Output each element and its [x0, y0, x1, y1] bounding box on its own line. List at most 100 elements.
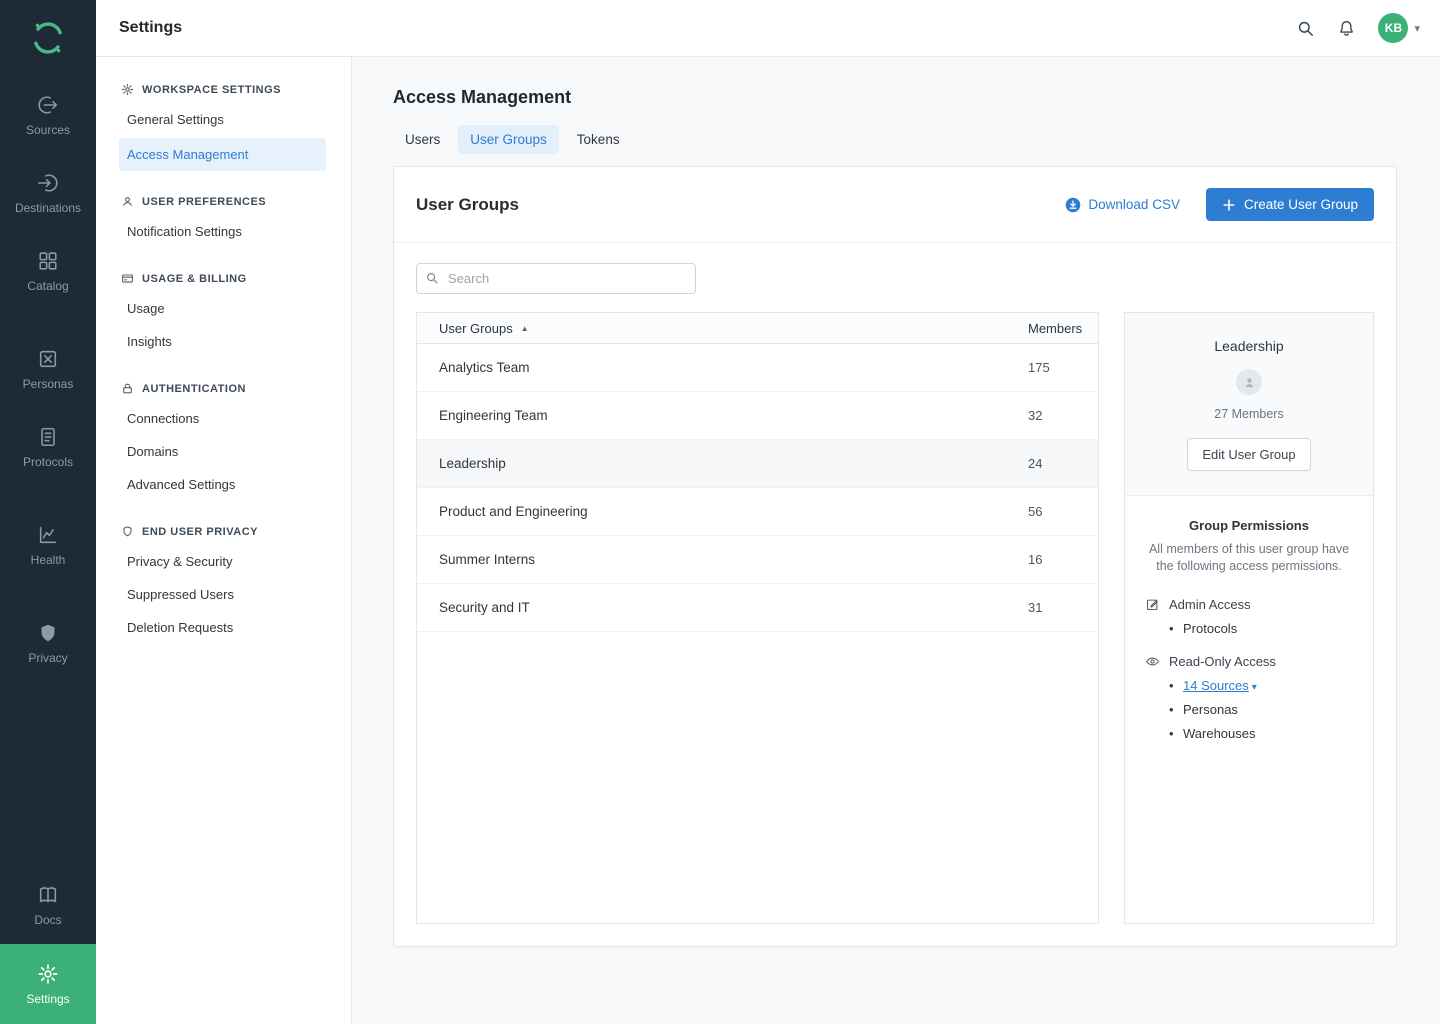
plus-icon — [1222, 198, 1236, 212]
table-row[interactable]: Security and IT 31 — [417, 584, 1098, 632]
nav-group-health: Health — [0, 506, 96, 584]
sidebar-item-label: Settings — [26, 992, 69, 1006]
avatar: KB — [1378, 13, 1408, 43]
sidebar-item-sources[interactable]: Sources — [0, 76, 96, 154]
person-icon — [1242, 375, 1257, 390]
table-row[interactable]: Engineering Team 32 — [417, 392, 1098, 440]
tab-user-groups[interactable]: User Groups — [458, 125, 559, 154]
create-user-group-button[interactable]: Create User Group — [1206, 188, 1374, 221]
admin-access-label: Admin Access — [1169, 597, 1251, 612]
group-name-cell: Engineering Team — [417, 408, 1028, 423]
account-menu[interactable]: KB ▾ — [1378, 13, 1420, 43]
sidebar-item-docs[interactable]: Docs — [0, 866, 96, 944]
search-input[interactable] — [416, 263, 696, 294]
admin-access-header: Admin Access — [1145, 597, 1353, 612]
card-title: User Groups — [416, 195, 519, 215]
sidebar-item-label: Catalog — [27, 279, 68, 293]
sidebar-item-label: Sources — [26, 123, 70, 137]
settings-icon — [37, 963, 59, 985]
lock-icon — [121, 382, 134, 395]
edit-user-group-button[interactable]: Edit User Group — [1187, 438, 1310, 471]
sidebar-item-usage[interactable]: Usage — [96, 292, 351, 325]
sidebar-item-privacy-security[interactable]: Privacy & Security — [96, 545, 351, 578]
group-detail-name: Leadership — [1145, 338, 1353, 354]
sidebar-item-domains[interactable]: Domains — [96, 435, 351, 468]
sources-count-link[interactable]: 14 Sources — [1183, 678, 1249, 693]
main-content: Access Management Users User Groups Toke… — [352, 57, 1440, 1024]
sidebar-item-label: Docs — [34, 913, 61, 927]
permission-item: Warehouses — [1169, 726, 1353, 741]
user-groups-table: User Groups ▲ Members Analytics Team 175 — [416, 312, 1099, 924]
docs-icon — [37, 884, 59, 906]
nav-group-connections: Sources Destinations Catalog — [0, 76, 96, 310]
group-name-cell: Product and Engineering — [417, 504, 1028, 519]
column-header-user-groups[interactable]: User Groups ▲ — [417, 321, 1028, 336]
segment-logo[interactable] — [0, 0, 96, 76]
sidebar-item-label: Health — [31, 553, 66, 567]
nav-section-header: AUTHENTICATION — [96, 382, 351, 395]
sidebar-item-insights[interactable]: Insights — [96, 325, 351, 358]
page-header-title: Settings — [119, 19, 182, 37]
column-header-label: User Groups — [439, 321, 513, 336]
tab-tokens[interactable]: Tokens — [565, 125, 632, 154]
sidebar-item-general-settings[interactable]: General Settings — [96, 103, 351, 136]
app-root: Sources Destinations Catalog — [0, 0, 1440, 1024]
read-only-access-list: 14 Sources▾ Personas Warehouses — [1145, 678, 1353, 741]
card-body: User Groups ▲ Members Analytics Team 175 — [394, 243, 1396, 946]
tab-users[interactable]: Users — [393, 125, 452, 154]
permission-item: Protocols — [1169, 621, 1353, 636]
destinations-icon — [37, 172, 59, 194]
nav-section-workspace-settings: WORKSPACE SETTINGS General Settings Acce… — [96, 83, 351, 171]
sidebar-item-catalog[interactable]: Catalog — [0, 232, 96, 310]
nav-section-user-preferences: USER PREFERENCES Notification Settings — [96, 195, 351, 248]
column-header-members[interactable]: Members — [1028, 321, 1098, 336]
sidebar-item-notification-settings[interactable]: Notification Settings — [96, 215, 351, 248]
permission-item: Personas — [1169, 702, 1353, 717]
nav-section-title: WORKSPACE SETTINGS — [142, 84, 281, 96]
group-name-cell: Summer Interns — [417, 552, 1028, 567]
card-actions: Download CSV Create User Group — [1065, 188, 1374, 221]
protocols-icon — [37, 426, 59, 448]
nav-section-usage-billing: USAGE & BILLING Usage Insights — [96, 272, 351, 358]
privacy-icon — [37, 622, 59, 644]
read-only-access-group: Read-Only Access 14 Sources▾ Personas Wa… — [1145, 654, 1353, 741]
sidebar-item-label: Destinations — [15, 201, 81, 215]
table-row[interactable]: Summer Interns 16 — [417, 536, 1098, 584]
permissions-description: All members of this user group have the … — [1145, 541, 1353, 575]
table-row[interactable]: Analytics Team 175 — [417, 344, 1098, 392]
bell-icon — [1337, 19, 1356, 38]
nav-section-header: END USER PRIVACY — [96, 525, 351, 538]
table-header-row: User Groups ▲ Members — [417, 313, 1098, 344]
search-icon — [1296, 19, 1315, 38]
notifications-button[interactable] — [1337, 19, 1356, 38]
sources-icon — [37, 94, 59, 116]
sidebar-item-suppressed-users[interactable]: Suppressed Users — [96, 578, 351, 611]
group-detail-panel: Leadership 27 Members Edit User Group — [1124, 312, 1374, 924]
body-row: WORKSPACE SETTINGS General Settings Acce… — [96, 57, 1440, 1024]
card-icon — [121, 272, 134, 285]
members-cell: 32 — [1028, 408, 1098, 423]
table-row[interactable]: Product and Engineering 56 — [417, 488, 1098, 536]
group-name-cell: Leadership — [417, 456, 1028, 471]
sidebar-item-settings[interactable]: Settings — [0, 944, 96, 1024]
sidebar-item-connections[interactable]: Connections — [96, 402, 351, 435]
group-detail-summary: Leadership 27 Members Edit User Group — [1125, 313, 1373, 496]
search-button[interactable] — [1296, 19, 1315, 38]
group-avatar — [1236, 369, 1262, 395]
sidebar-item-protocols[interactable]: Protocols — [0, 408, 96, 486]
sidebar-item-deletion-requests[interactable]: Deletion Requests — [96, 611, 351, 644]
table-detail-row: User Groups ▲ Members Analytics Team 175 — [416, 312, 1374, 924]
sidebar-item-label: Personas — [23, 377, 74, 391]
download-csv-button[interactable]: Download CSV — [1065, 197, 1180, 213]
table-row-selected[interactable]: Leadership 24 — [417, 440, 1098, 488]
sidebar-item-personas[interactable]: Personas — [0, 330, 96, 408]
sidebar-item-advanced-settings[interactable]: Advanced Settings — [96, 468, 351, 501]
search-box — [416, 263, 696, 294]
sidebar-item-access-management[interactable]: Access Management — [119, 138, 326, 171]
sidebar-item-destinations[interactable]: Destinations — [0, 154, 96, 232]
sidebar-item-privacy[interactable]: Privacy — [0, 604, 96, 682]
sidebar-item-health[interactable]: Health — [0, 506, 96, 584]
sidebar-spacer — [0, 682, 96, 866]
nav-section-title: AUTHENTICATION — [142, 383, 246, 395]
search-icon — [425, 271, 439, 285]
